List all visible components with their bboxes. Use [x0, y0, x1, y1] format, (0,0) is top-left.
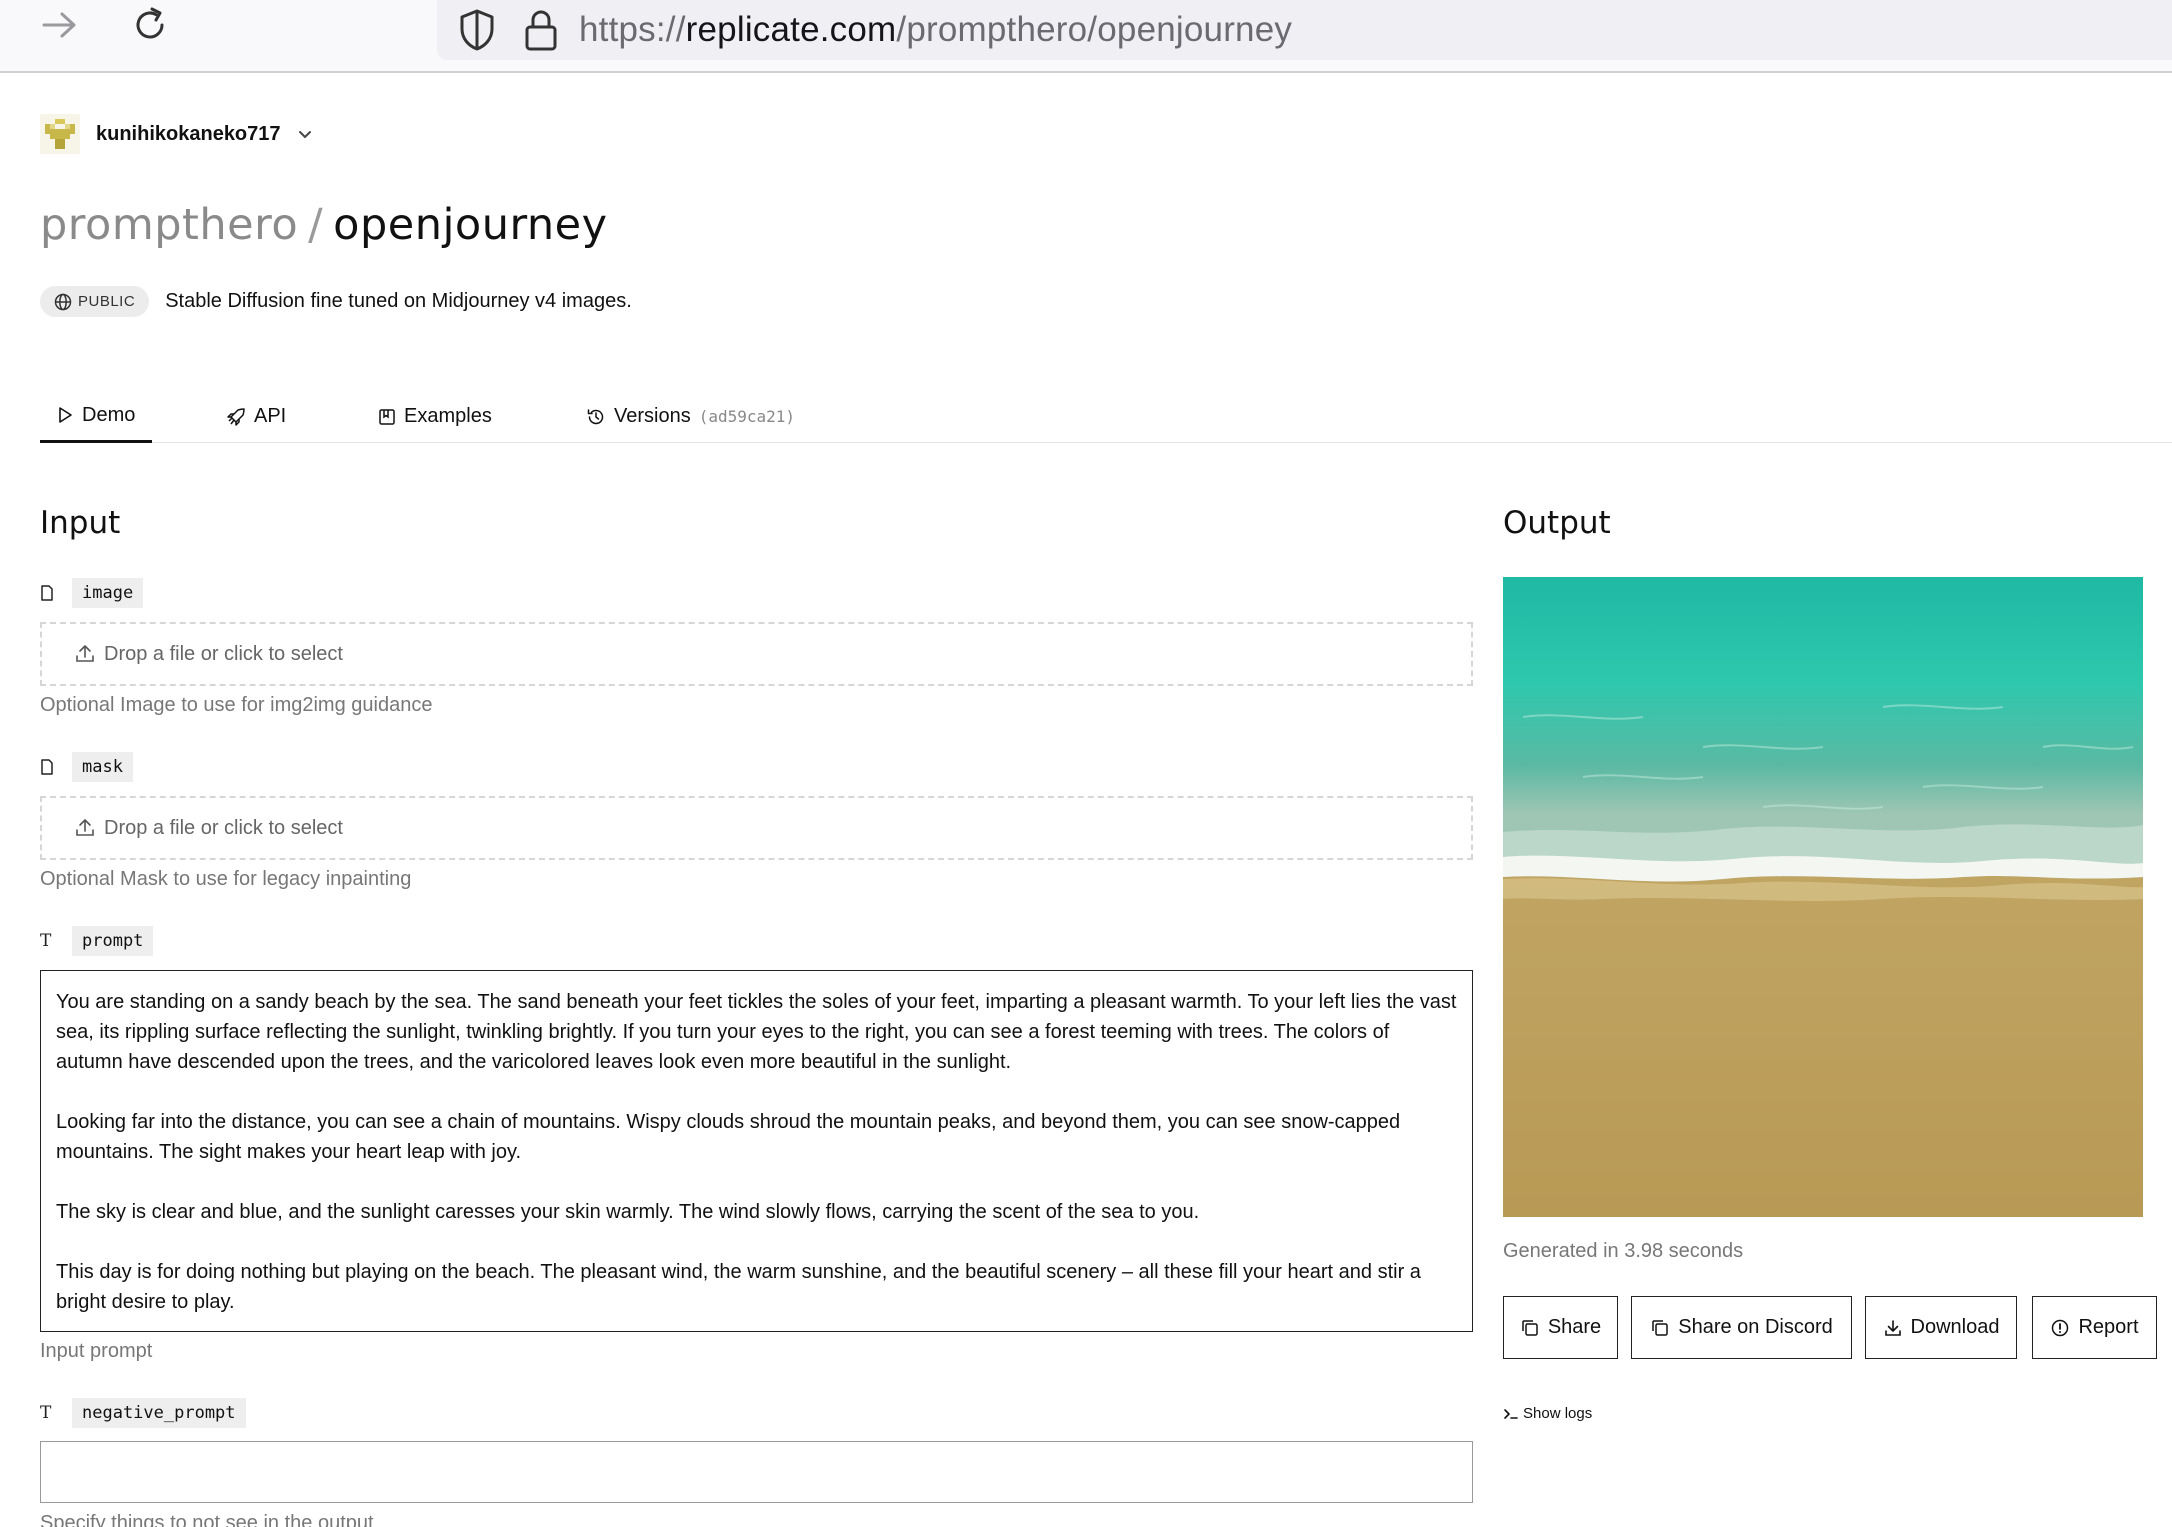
- image-dropzone[interactable]: Drop a file or click to select: [40, 622, 1473, 686]
- upload-icon: [76, 819, 94, 836]
- tab-versions[interactable]: Versions (ad59ca21): [570, 390, 811, 443]
- title-separator: /: [308, 200, 324, 250]
- model-owner-link[interactable]: prompthero: [40, 200, 298, 250]
- share-discord-button[interactable]: Share on Discord: [1631, 1296, 1852, 1359]
- prompt-paragraph: Looking far into the distance, you can s…: [56, 1111, 1401, 1163]
- report-button[interactable]: Report: [2032, 1296, 2157, 1359]
- file-icon: [41, 585, 53, 601]
- image-drop-text: Drop a file or click to select: [104, 642, 343, 665]
- field-label-image: image: [40, 578, 144, 608]
- reload-button[interactable]: [120, 0, 180, 50]
- text-type-icon: T: [40, 1403, 52, 1423]
- field-label-mask: mask: [40, 752, 133, 782]
- tab-api-label: API: [254, 405, 287, 427]
- rocket-icon: [227, 407, 245, 426]
- tab-demo[interactable]: Demo: [40, 390, 152, 443]
- history-icon: [587, 408, 604, 424]
- model-name: openjourney: [333, 200, 608, 250]
- tab-versions-label: Versions: [614, 405, 691, 427]
- share-button-label: Share: [1547, 1316, 1602, 1338]
- reload-icon: [136, 7, 164, 39]
- download-button[interactable]: Download: [1865, 1296, 2017, 1359]
- shield-icon: [460, 9, 494, 51]
- negative-prompt-hint: Specify things to not see in the output: [40, 1512, 374, 1527]
- account-switcher[interactable]: kunihikokaneko717: [40, 112, 315, 156]
- model-meta: PUBLIC Stable Diffusion fine tuned on Mi…: [40, 286, 632, 317]
- tab-examples-label: Examples: [404, 405, 492, 427]
- terminal-icon: [1504, 1408, 1518, 1419]
- generation-time: Generated in 3.98 seconds: [1503, 1240, 1744, 1262]
- mask-hint: Optional Mask to use for legacy inpainti…: [40, 868, 412, 890]
- field-label-negative-prompt: T negative_prompt: [40, 1398, 246, 1428]
- prompt-hint: Input prompt: [40, 1340, 153, 1362]
- visibility-label: PUBLIC: [78, 293, 136, 310]
- url-text: https://replicate.com/prompthero/openjou…: [579, 10, 1293, 49]
- prompt-paragraph: You are standing on a sandy beach by the…: [56, 991, 1457, 1073]
- tab-bar: Demo API Examples Versions (ad59ca21): [40, 390, 2172, 443]
- browser-toolbar: https://replicate.com/prompthero/openjou…: [0, 0, 2172, 73]
- alert-circle-icon: [2052, 1319, 2069, 1336]
- file-icon: [41, 759, 53, 775]
- globe-icon: [54, 293, 72, 310]
- tab-demo-label: Demo: [82, 403, 136, 426]
- output-heading: Output: [1503, 505, 1611, 541]
- negative-prompt-input[interactable]: [40, 1441, 1473, 1503]
- field-label-prompt: T prompt: [40, 926, 154, 956]
- arrow-right-icon: [42, 12, 76, 38]
- share-discord-label: Share on Discord: [1678, 1316, 1833, 1338]
- text-type-icon: T: [40, 931, 52, 951]
- download-icon: [1884, 1319, 1901, 1336]
- output-image[interactable]: [1503, 577, 2143, 1217]
- avatar: [40, 114, 80, 154]
- download-button-label: Download: [1910, 1316, 2000, 1338]
- show-logs-button[interactable]: Show logs: [1503, 1405, 1592, 1422]
- beach-image: [1503, 577, 2143, 1217]
- page-title: prompthero / openjourney: [40, 200, 608, 250]
- upload-icon: [76, 645, 94, 662]
- address-bar[interactable]: https://replicate.com/prompthero/openjou…: [437, 0, 2172, 60]
- copy-icon: [1652, 1319, 1668, 1336]
- mask-drop-text: Drop a file or click to select: [104, 816, 343, 839]
- field-name-prompt: prompt: [72, 926, 154, 956]
- image-hint: Optional Image to use for img2img guidan…: [40, 694, 433, 716]
- report-button-label: Report: [2078, 1316, 2139, 1338]
- share-button[interactable]: Share: [1503, 1296, 1618, 1359]
- account-username: kunihikokaneko717: [96, 122, 281, 145]
- field-name-negative-prompt: negative_prompt: [72, 1398, 246, 1428]
- field-name-mask: mask: [72, 752, 133, 782]
- copy-icon: [1522, 1319, 1538, 1336]
- forward-button[interactable]: [30, 0, 90, 50]
- lock-icon: [525, 10, 557, 51]
- prompt-paragraph: This day is for doing nothing but playin…: [56, 1261, 1421, 1313]
- bookmark-icon: [379, 408, 395, 425]
- tab-examples[interactable]: Examples: [362, 390, 508, 443]
- model-description: Stable Diffusion fine tuned on Midjourne…: [165, 290, 632, 312]
- show-logs-label: Show logs: [1523, 1405, 1593, 1422]
- input-heading: Input: [40, 505, 121, 541]
- play-icon: [59, 407, 72, 423]
- field-name-image: image: [72, 578, 144, 608]
- mask-dropzone[interactable]: Drop a file or click to select: [40, 796, 1473, 860]
- chevron-down-icon: [298, 131, 311, 139]
- prompt-paragraph: The sky is clear and blue, and the sunli…: [56, 1201, 1200, 1223]
- tab-api[interactable]: API: [210, 390, 302, 443]
- prompt-textarea[interactable]: You are standing on a sandy beach by the…: [40, 970, 1473, 1332]
- visibility-badge: PUBLIC: [40, 286, 150, 317]
- version-hash: (ad59ca21): [698, 407, 796, 426]
